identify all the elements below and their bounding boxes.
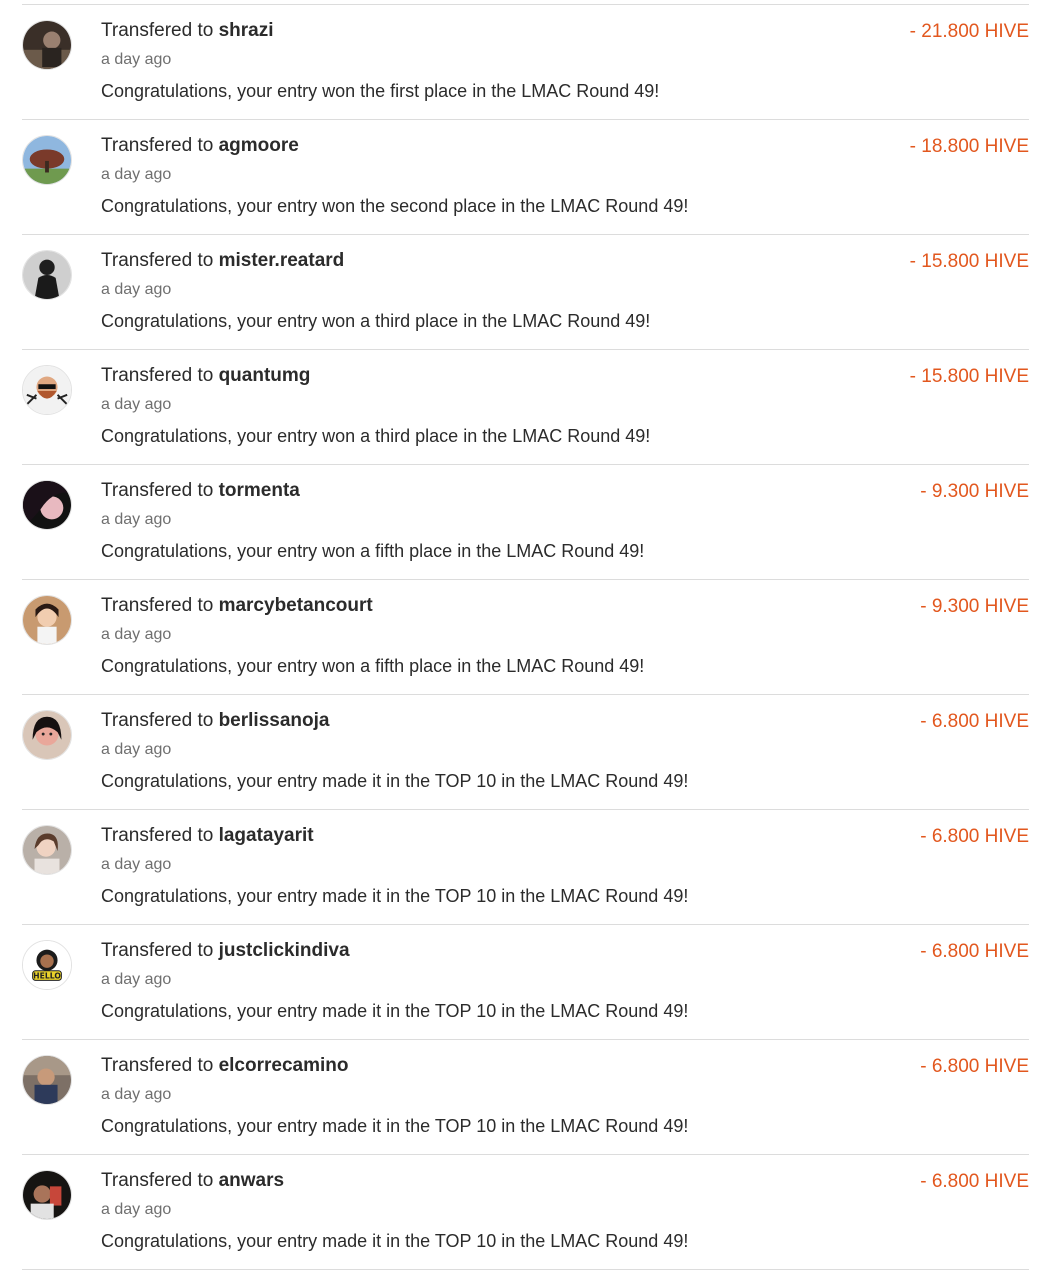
transfer-row: Transfered to quantumg a day ago Congrat… bbox=[22, 350, 1029, 465]
transfer-memo: Congratulations, your entry won a fifth … bbox=[101, 541, 645, 561]
recipient-link[interactable]: marcybetancourt bbox=[219, 595, 373, 616]
transfer-amount: - 9.300 HIVE bbox=[920, 481, 1029, 502]
timestamp: a day ago bbox=[101, 51, 172, 68]
transfer-row: HELLO Transfered to justclickindiva a da… bbox=[22, 925, 1029, 1040]
avatar[interactable] bbox=[22, 1170, 72, 1220]
transfer-row: Transfered to agmoore a day ago Congratu… bbox=[22, 120, 1029, 235]
transfer-row: Transfered to lagatayarit a day ago Cong… bbox=[22, 810, 1029, 925]
transfer-title: Transfered to marcybetancourt bbox=[101, 595, 373, 616]
timestamp: a day ago bbox=[101, 626, 172, 643]
transfer-memo: Congratulations, your entry won a third … bbox=[101, 426, 651, 446]
transfer-title: Transfered to justclickindiva bbox=[101, 940, 350, 961]
timestamp: a day ago bbox=[101, 1201, 172, 1218]
transfer-amount: - 9.300 HIVE bbox=[920, 596, 1029, 617]
timestamp: a day ago bbox=[101, 856, 172, 873]
recipient-link[interactable]: shrazi bbox=[219, 20, 274, 41]
timestamp: a day ago bbox=[101, 1086, 172, 1103]
transfer-title: Transfered to elcorrecamino bbox=[101, 1055, 349, 1076]
transfer-title: Transfered to berlissanoja bbox=[101, 710, 330, 731]
transfer-row: Transfered to mister.reatard a day ago C… bbox=[22, 235, 1029, 350]
recipient-link[interactable]: tormenta bbox=[219, 480, 300, 501]
transfer-row: Transfered to elcorrecamino a day ago Co… bbox=[22, 1040, 1029, 1155]
transfer-row: Transfered to tormenta a day ago Congrat… bbox=[22, 465, 1029, 580]
transfer-amount: - 6.800 HIVE bbox=[920, 1171, 1029, 1192]
avatar[interactable] bbox=[22, 480, 72, 530]
transfer-row: Transfered to berlissanoja a day ago Con… bbox=[22, 695, 1029, 810]
recipient-link[interactable]: agmoore bbox=[219, 135, 299, 156]
transfer-amount: - 6.800 HIVE bbox=[920, 941, 1029, 962]
recipient-link[interactable]: justclickindiva bbox=[219, 940, 350, 961]
transfer-title: Transfered to mister.reatard bbox=[101, 250, 345, 271]
avatar[interactable] bbox=[22, 825, 72, 875]
transfer-amount: - 6.800 HIVE bbox=[920, 711, 1029, 732]
transfer-amount: - 15.800 HIVE bbox=[909, 251, 1029, 272]
transfer-title: Transfered to tormenta bbox=[101, 480, 300, 501]
avatar[interactable] bbox=[22, 1055, 72, 1105]
timestamp: a day ago bbox=[101, 281, 172, 298]
avatar[interactable] bbox=[22, 365, 72, 415]
avatar[interactable] bbox=[22, 135, 72, 185]
avatar[interactable] bbox=[22, 710, 72, 760]
transfer-row: Transfered to shrazi a day ago Congratul… bbox=[22, 5, 1029, 120]
transfer-amount: - 21.800 HIVE bbox=[909, 21, 1029, 42]
recipient-link[interactable]: mister.reatard bbox=[219, 250, 345, 271]
transfer-title: Transfered to quantumg bbox=[101, 365, 311, 386]
transfer-memo: Congratulations, your entry won a fifth … bbox=[101, 656, 645, 676]
transfer-memo: Congratulations, your entry made it in t… bbox=[101, 886, 689, 906]
recipient-link[interactable]: lagatayarit bbox=[219, 825, 314, 846]
timestamp: a day ago bbox=[101, 396, 172, 413]
transfer-memo: Congratulations, your entry won the firs… bbox=[101, 81, 660, 101]
transfer-amount: - 6.800 HIVE bbox=[920, 826, 1029, 847]
transfer-memo: Congratulations, your entry made it in t… bbox=[101, 1231, 689, 1251]
recipient-link[interactable]: elcorrecamino bbox=[219, 1055, 349, 1076]
recipient-link[interactable]: berlissanoja bbox=[219, 710, 330, 731]
transfer-amount: - 6.800 HIVE bbox=[920, 1056, 1029, 1077]
avatar[interactable] bbox=[22, 595, 72, 645]
transfer-memo: Congratulations, your entry won the seco… bbox=[101, 196, 689, 216]
transfer-memo: Congratulations, your entry made it in t… bbox=[101, 771, 689, 791]
timestamp: a day ago bbox=[101, 741, 172, 758]
recipient-link[interactable]: quantumg bbox=[219, 365, 311, 386]
timestamp: a day ago bbox=[101, 971, 172, 988]
timestamp: a day ago bbox=[101, 166, 172, 183]
recipient-link[interactable]: anwars bbox=[219, 1170, 284, 1191]
transfer-memo: Congratulations, your entry won a third … bbox=[101, 311, 651, 331]
transfer-row: Transfered to anwars a day ago Congratul… bbox=[22, 1155, 1029, 1270]
transfer-row: Transfered to marcybetancourt a day ago … bbox=[22, 580, 1029, 695]
transfer-list: Transfered to shrazi a day ago Congratul… bbox=[22, 4, 1029, 1270]
transfer-title: Transfered to agmoore bbox=[101, 135, 299, 156]
avatar[interactable] bbox=[22, 250, 72, 300]
transfer-memo: Congratulations, your entry made it in t… bbox=[101, 1001, 689, 1021]
timestamp: a day ago bbox=[101, 511, 172, 528]
transfer-memo: Congratulations, your entry made it in t… bbox=[101, 1116, 689, 1136]
transfer-amount: - 15.800 HIVE bbox=[909, 366, 1029, 387]
avatar[interactable] bbox=[22, 20, 72, 70]
transfer-amount: - 18.800 HIVE bbox=[909, 136, 1029, 157]
svg-text:HELLO: HELLO bbox=[33, 971, 61, 980]
avatar[interactable]: HELLO bbox=[22, 940, 72, 990]
transfer-title: Transfered to lagatayarit bbox=[101, 825, 314, 846]
transfer-title: Transfered to anwars bbox=[101, 1170, 285, 1191]
transfer-title: Transfered to shrazi bbox=[101, 20, 274, 41]
